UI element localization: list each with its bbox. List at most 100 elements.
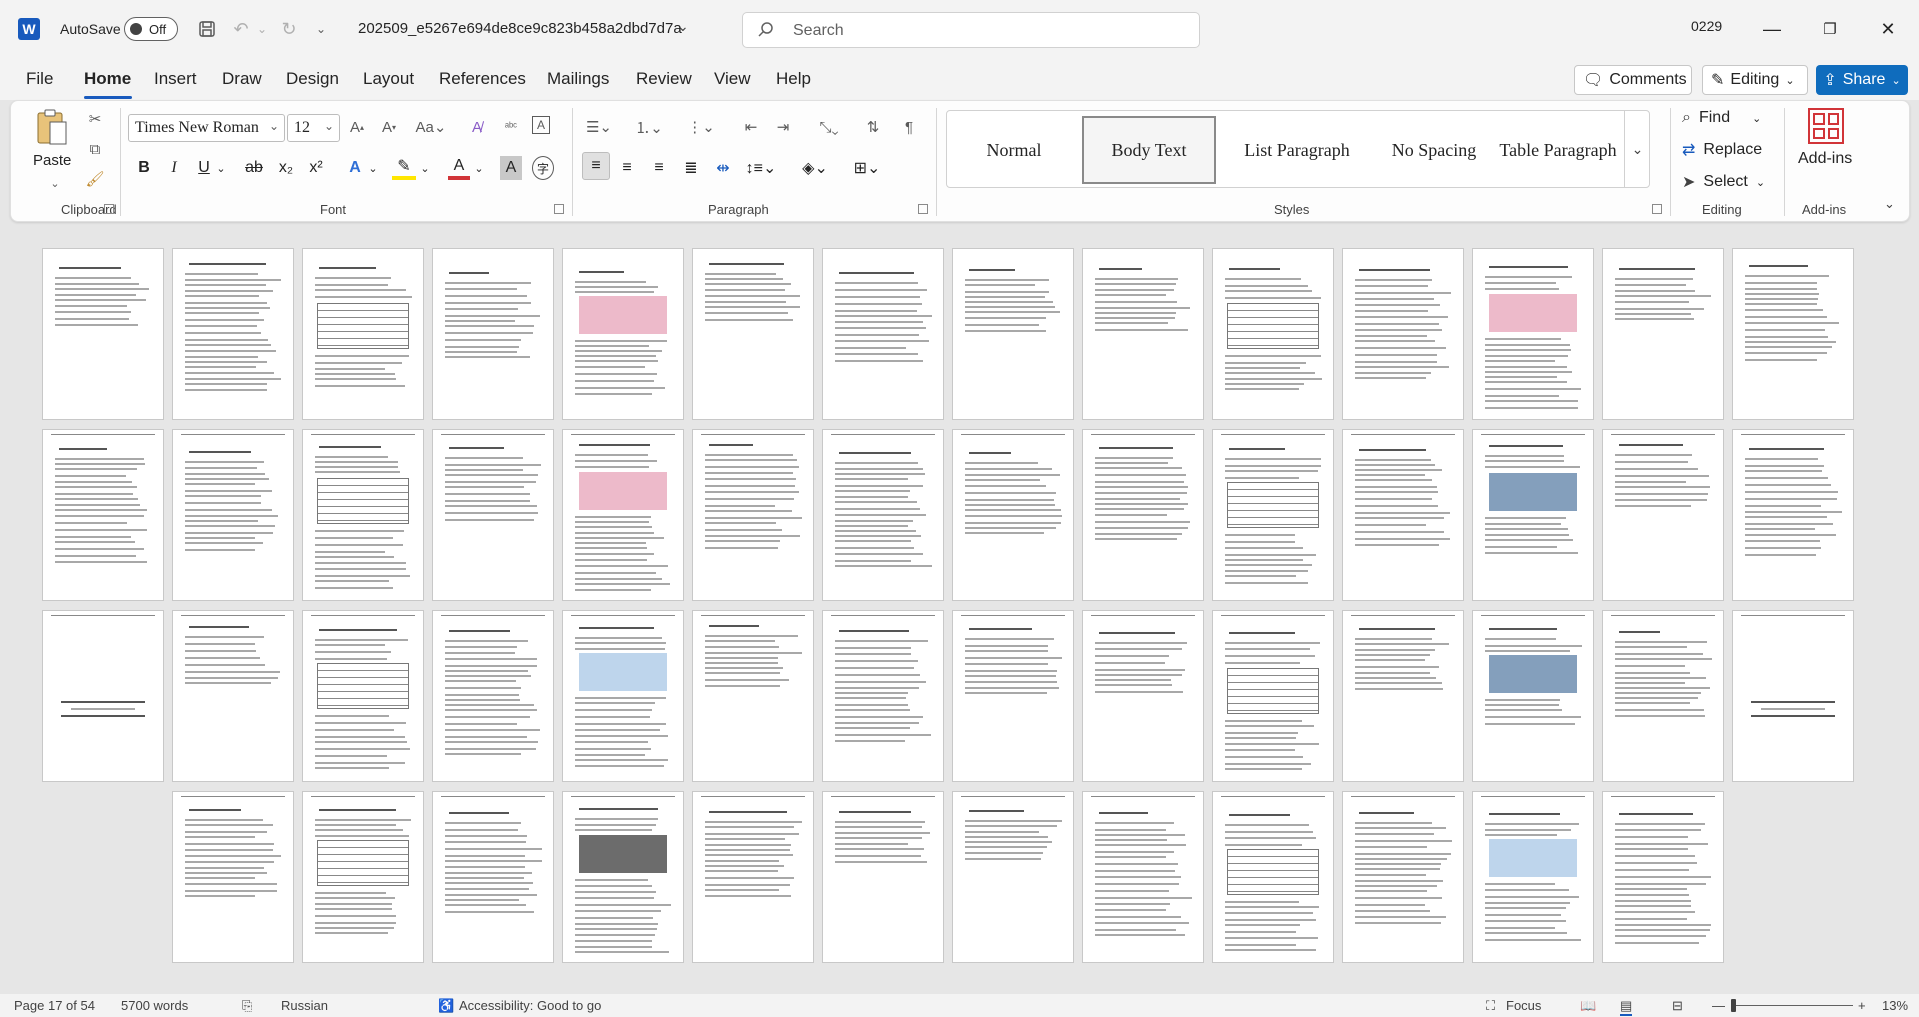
restore-icon[interactable]: ❐ [1810,14,1850,44]
page-thumbnail[interactable] [562,248,684,420]
increase-indent-icon[interactable]: ⇥ [772,116,794,138]
page-thumbnail[interactable] [1732,429,1854,601]
page-thumbnail[interactable] [1082,248,1204,420]
page-thumbnail[interactable] [42,248,164,420]
page-thumbnail[interactable] [562,610,684,782]
character-border-icon[interactable]: A [532,116,550,134]
page-thumbnail[interactable] [302,610,424,782]
page-thumbnail[interactable] [172,429,294,601]
zoom-slider-thumb[interactable] [1731,999,1736,1012]
underline-icon[interactable]: U [194,156,214,180]
page-thumbnail[interactable] [562,429,684,601]
tab-view[interactable]: View [714,69,751,89]
font-color-icon[interactable]: A [448,156,470,180]
style-no-spacing[interactable]: No Spacing [1372,116,1496,184]
style-body-text[interactable]: Body Text [1082,116,1216,184]
style-list-paragraph[interactable]: List Paragraph [1222,116,1372,184]
page-thumbnail[interactable] [952,610,1074,782]
page-thumbnail[interactable] [692,791,814,963]
strikethrough-icon[interactable]: ab [242,156,266,180]
addins-icon[interactable] [1808,108,1844,144]
search-input[interactable]: Search [742,12,1200,48]
editing-mode-button[interactable]: ✎ Editing ⌄ [1702,65,1808,95]
minimize-icon[interactable]: — [1752,14,1792,44]
font-color-dropdown-icon[interactable]: ⌄ [472,156,486,180]
text-direction-icon[interactable]: ⤡⌄ [812,116,846,138]
align-right-icon[interactable]: ≡ [646,156,672,180]
share-button[interactable]: ⇪ Share ⌄ [1816,65,1908,95]
focus-label[interactable]: Focus [1506,998,1541,1013]
select-button[interactable]: ➤ Select ⌄ [1682,170,1765,194]
page-thumbnail[interactable] [1602,791,1724,963]
tab-file[interactable]: File [26,69,53,89]
borders-icon[interactable]: ⊞⌄ [850,156,884,180]
page-thumbnail[interactable] [432,429,554,601]
highlight-dropdown-icon[interactable]: ⌄ [418,156,432,180]
page-thumbnail[interactable] [562,791,684,963]
collapse-ribbon-icon[interactable]: ⌄ [1884,196,1895,212]
cut-icon[interactable]: ✂ [84,108,106,130]
page-thumbnail[interactable] [302,248,424,420]
web-layout-icon[interactable]: ⊟ [1672,998,1683,1014]
clear-formatting-icon[interactable]: A̸ [466,116,488,138]
save-icon[interactable] [194,16,220,42]
page-thumbnail[interactable] [432,791,554,963]
focus-icon[interactable]: ⛶ [1486,998,1495,1014]
tab-review[interactable]: Review [636,69,692,89]
close-icon[interactable]: ✕ [1868,14,1908,44]
accessibility-icon[interactable]: ♿ [438,998,454,1014]
numbering-icon[interactable]: ⒈⌄ [632,116,666,138]
page-thumbnail[interactable] [1212,610,1334,782]
style-normal[interactable]: Normal [960,116,1068,184]
page-thumbnail[interactable] [1342,791,1464,963]
page-thumbnail[interactable] [432,248,554,420]
page-thumbnail[interactable] [432,610,554,782]
zoom-level[interactable]: 13% [1882,998,1908,1013]
page-thumbnail[interactable] [302,791,424,963]
page-thumbnail[interactable] [952,791,1074,963]
align-center-icon[interactable]: ≡ [614,156,640,180]
underline-dropdown-icon[interactable]: ⌄ [214,156,228,180]
customize-toolbar-icon[interactable]: ⌄ [308,16,334,42]
page-thumbnail[interactable] [692,429,814,601]
multilevel-list-icon[interactable]: ⋮⌄ [684,116,718,138]
clipboard-launcher-icon[interactable] [104,204,114,214]
page-thumbnail[interactable] [1472,610,1594,782]
shading-icon[interactable]: ◈⌄ [798,156,832,180]
bold-icon[interactable]: B [134,156,154,180]
page-thumbnail[interactable] [1732,248,1854,420]
page-thumbnail[interactable] [822,248,944,420]
zoom-slider[interactable] [1733,1005,1853,1006]
proofing-icon[interactable]: ⎘ [242,998,252,1014]
page-thumbnail[interactable] [1342,429,1464,601]
user-account[interactable]: 0229 [1691,18,1722,34]
font-size-select[interactable]: 12 ⌄ [287,114,340,142]
format-painter-icon[interactable]: 🖌 [84,168,106,190]
align-left-icon[interactable]: ≡ [582,152,610,180]
text-effects-icon[interactable]: A [344,156,366,180]
page-thumbnail[interactable] [1212,429,1334,601]
document-title[interactable]: 202509_e5267e694de8ce9c823b458a2dbd7d7a [358,20,682,37]
decrease-indent-icon[interactable]: ⇤ [740,116,762,138]
read-mode-icon[interactable]: 📖 [1580,998,1596,1014]
change-case-icon[interactable]: Aa⌄ [414,116,448,138]
zoom-out-icon[interactable]: — [1712,998,1725,1013]
print-layout-icon[interactable]: ▤ [1620,998,1633,1016]
page-thumbnail[interactable] [1212,248,1334,420]
replace-button[interactable]: ⇄ Replace [1682,138,1762,162]
style-table-paragraph[interactable]: Table Paragraph [1494,116,1622,184]
page-thumbnail[interactable] [172,610,294,782]
page-thumbnail[interactable] [1602,429,1724,601]
addins-button-label[interactable]: Add-ins [1798,150,1852,168]
document-multipage-view[interactable] [0,232,1919,994]
font-launcher-icon[interactable] [554,204,564,214]
zoom-in-icon[interactable]: + [1858,998,1866,1013]
page-thumbnail[interactable] [1472,791,1594,963]
tab-design[interactable]: Design [286,69,339,89]
page-thumbnail[interactable] [1602,248,1724,420]
tab-references[interactable]: References [439,69,526,89]
copy-icon[interactable]: ⧉ [84,138,106,160]
paragraph-launcher-icon[interactable] [918,204,928,214]
page-thumbnail[interactable] [42,429,164,601]
page-thumbnail[interactable] [1602,610,1724,782]
